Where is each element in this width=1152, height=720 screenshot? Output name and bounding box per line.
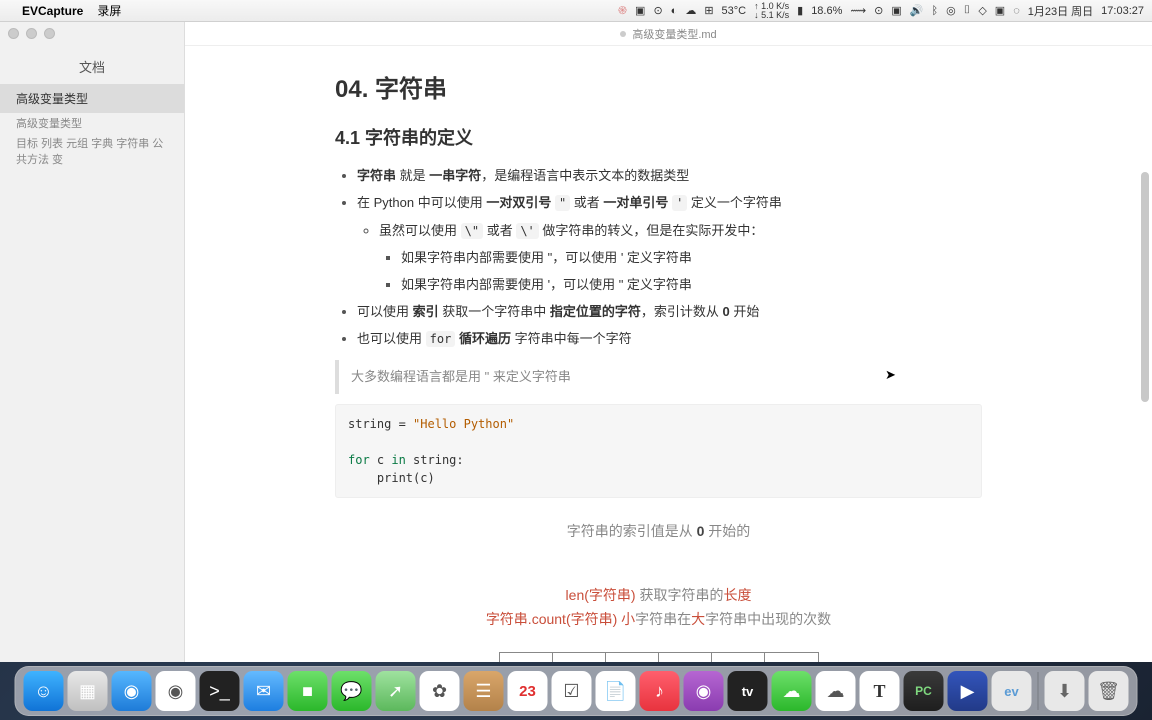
dock-downloads[interactable]: ⬇ [1045, 671, 1085, 711]
dock-podcasts[interactable]: ◉ [684, 671, 724, 711]
dock-messages[interactable]: 💬 [332, 671, 372, 711]
menubar: EVCapture 录屏 ֎ ▣ ⊙ ◐ ☁ ⊞ 53°C ↑ 1.0 K/s↓… [0, 0, 1152, 22]
caption: 字符串的索引值是从 0 开始的 [335, 520, 982, 544]
content-area: 高级变量类型.md 04. 字符串 4.1 字符串的定义 字符串 就是 一串字符… [185, 22, 1152, 662]
status-icon[interactable]: ⊞ [704, 4, 713, 17]
dock-pycharm[interactable]: PC [904, 671, 944, 711]
traffic-lights[interactable] [0, 22, 184, 45]
dock-photos[interactable]: ✿ [420, 671, 460, 711]
dock-mail[interactable]: ✉ [244, 671, 284, 711]
time[interactable]: 17:03:27 [1101, 5, 1144, 17]
heading-1: 04. 字符串 [335, 70, 982, 111]
diagram-cell: n [765, 653, 818, 662]
status-icon[interactable]: ☁ [685, 4, 696, 17]
list-item: 也可以使用 for 循环遍历 字符串中每一个字符 [357, 328, 982, 350]
dock-reminders[interactable]: ☑ [552, 671, 592, 711]
dock-calendar[interactable]: 23 [508, 671, 548, 711]
dock-music[interactable]: ♪ [640, 671, 680, 711]
app-name[interactable]: EVCapture [22, 4, 83, 18]
status-icon[interactable]: ▣ [995, 4, 1005, 17]
diagram-cell: h [659, 653, 712, 662]
status-icon[interactable]: ▣ [635, 4, 645, 17]
modified-dot-icon [620, 31, 626, 37]
sidebar: 文档 高级变量类型 高级变量类型 目标 列表 元组 字典 字符串 公共方法 变 [0, 22, 185, 662]
api-list: len(字符串) 获取字符串的长度 字符串.count(字符串) 小字符串在大字… [335, 584, 982, 632]
status-icon[interactable]: ▣ [891, 4, 901, 17]
list-item: 字符串 就是 一串字符，是编程语言中表示文本的数据类型 [357, 165, 982, 187]
heading-2: 4.1 字符串的定义 [335, 123, 982, 154]
list-item: 虽然可以使用 \" 或者 \' 做字符串的转义，但是在实际开发中： 如果字符串内… [379, 220, 982, 296]
status-icon[interactable]: ֎ [618, 3, 627, 18]
sidebar-sub: 高级变量类型 [0, 113, 184, 133]
dock[interactable]: ☺▦◉◉>_✉■💬➚✿☰23☑📄♪◉tv☁☁TPC▶ev⬇🗑 [15, 666, 1138, 716]
zoom-button[interactable] [44, 28, 55, 39]
dock-launchpad[interactable]: ▦ [68, 671, 108, 711]
diagram-cell: y [553, 653, 606, 662]
diagram-cell: p [500, 653, 553, 662]
date[interactable]: 1月23日 周日 [1028, 3, 1093, 19]
blockquote: 大多数编程语言都是用 " 来定义字符串 [335, 360, 982, 394]
status-icon[interactable]: ⟿ [850, 4, 866, 17]
list-item: 可以使用 索引 获取一个字符串中 指定位置的字符，索引计数从 0 开始 [357, 301, 982, 323]
dock-safari[interactable]: ◉ [112, 671, 152, 711]
diagram-cell: o [712, 653, 765, 662]
dock-chrome[interactable]: ◉ [156, 671, 196, 711]
sidebar-sub: 目标 列表 元组 字典 字符串 公共方法 变 [0, 133, 184, 169]
network-speed: ↑ 1.0 K/s↓ 5.1 K/s [754, 2, 789, 20]
dock-separator [1038, 672, 1039, 710]
string-diagram: python [335, 652, 982, 662]
volume-icon[interactable]: 🔊 [910, 4, 924, 17]
dock-app2[interactable]: ev [992, 671, 1032, 711]
airdrop-icon[interactable]: ◎ [946, 4, 956, 17]
temperature: 53°C [722, 5, 747, 17]
status-icon[interactable]: ⊙ [874, 4, 883, 17]
wifi-icon[interactable]: ⌷ [964, 4, 971, 17]
scrollbar[interactable] [1141, 172, 1149, 402]
dock-wechat[interactable]: ☁ [772, 671, 812, 711]
editor-window: 文档 高级变量类型 高级变量类型 目标 列表 元组 字典 字符串 公共方法 变 … [0, 22, 1152, 662]
document[interactable]: 04. 字符串 4.1 字符串的定义 字符串 就是 一串字符，是编程语言中表示文… [185, 46, 1152, 662]
dock-maps[interactable]: ➚ [376, 671, 416, 711]
diagram-cell: t [606, 653, 659, 662]
dock-terminal[interactable]: >_ [200, 671, 240, 711]
dock-qq[interactable]: ☁ [816, 671, 856, 711]
dock-app1[interactable]: ▶ [948, 671, 988, 711]
tab-filename[interactable]: 高级变量类型.md [632, 26, 716, 42]
minimize-button[interactable] [26, 28, 37, 39]
bluetooth-icon[interactable]: ᛒ [932, 5, 939, 17]
dock-notes[interactable]: 📄 [596, 671, 636, 711]
list-item: 在 Python 中可以使用 一对双引号 " 或者 一对单引号 ' 定义一个字符… [357, 192, 982, 295]
dock-contacts[interactable]: ☰ [464, 671, 504, 711]
sidebar-item-active[interactable]: 高级变量类型 [0, 84, 184, 113]
status-icon[interactable]: ◌ [1013, 5, 1020, 17]
dock-facetime[interactable]: ■ [288, 671, 328, 711]
dock-typora[interactable]: T [860, 671, 900, 711]
battery-icon[interactable]: ▮ [797, 4, 803, 17]
status-icon[interactable]: ◐ [671, 5, 678, 17]
dock-appletv[interactable]: tv [728, 671, 768, 711]
dock-finder[interactable]: ☺ [24, 671, 64, 711]
sidebar-title: 文档 [0, 45, 184, 84]
status-icon[interactable]: ◇ [978, 4, 986, 17]
battery-pct: 18.6% [811, 5, 842, 17]
dock-trash[interactable]: 🗑 [1089, 671, 1129, 711]
close-button[interactable] [8, 28, 19, 39]
list-item: 如果字符串内部需要使用 "，可以使用 ' 定义字符串 [401, 247, 982, 269]
status-icon[interactable]: ⊙ [653, 4, 662, 17]
list-item: 如果字符串内部需要使用 '，可以使用 " 定义字符串 [401, 274, 982, 296]
list: 字符串 就是 一串字符，是编程语言中表示文本的数据类型 在 Python 中可以… [357, 165, 982, 350]
tab-bar: 高级变量类型.md [185, 22, 1152, 46]
menu-item[interactable]: 录屏 [97, 2, 121, 19]
code-block: string = "Hello Python" for c in string:… [335, 404, 982, 498]
